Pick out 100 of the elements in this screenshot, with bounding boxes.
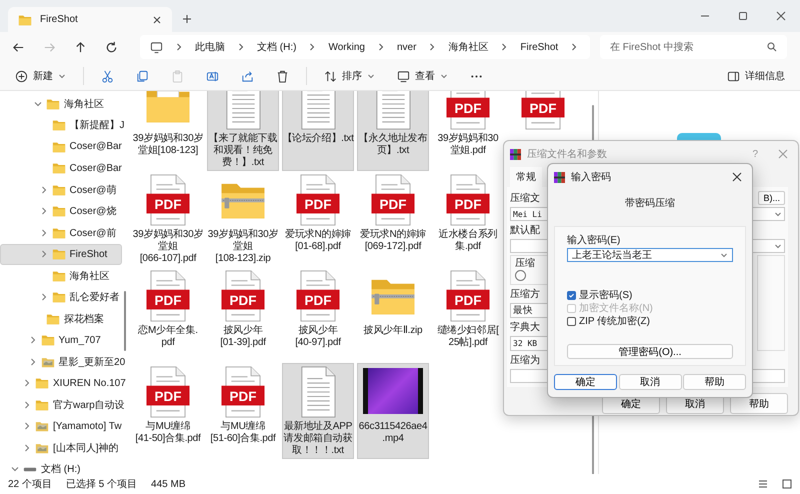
nav-tree-item[interactable]: 【新提醒】J xyxy=(0,114,126,136)
nav-tree-item[interactable]: Coser@烧 xyxy=(0,200,122,222)
file-name: 恋M少年全集. pdf xyxy=(138,325,198,349)
browse-button[interactable]: B)... xyxy=(758,191,785,205)
file-item[interactable]: PDF 与MU缠绵 [51-60]合集.pdf xyxy=(207,363,279,459)
nav-tree-item[interactable]: Coser@前 xyxy=(0,222,122,244)
add-tab-icon[interactable] xyxy=(182,14,192,24)
selection-size: 445 MB xyxy=(151,478,186,490)
file-item[interactable]: 【来了就能下载 和观看！纯免 费！】.txt xyxy=(207,91,279,171)
file-name: 近水楼台系列 集.pdf xyxy=(438,229,498,253)
nav-tree-item[interactable]: 海角社区 xyxy=(0,265,122,286)
folder-icon xyxy=(46,312,60,325)
view-button[interactable]: 查看 xyxy=(388,66,457,86)
address-bar[interactable]: 此电脑 文档 (H:) Working nver 海角社区 FireShot xyxy=(140,35,590,59)
scrollbar-thumb[interactable] xyxy=(124,291,126,351)
nav-tree-item[interactable]: 海角社区 xyxy=(0,93,122,114)
chevron-down-icon[interactable] xyxy=(11,465,19,474)
nav-tree-item[interactable]: Coser@萌 xyxy=(0,179,122,200)
password-combobox[interactable]: 上老王论坛当老王 xyxy=(567,248,733,262)
chevron-right-icon[interactable] xyxy=(570,43,578,51)
nav-tree-item[interactable]: 乱仑爱好者 xyxy=(0,286,122,308)
nav-tree-item[interactable]: FireShot xyxy=(0,244,122,265)
nav-tree-item[interactable]: 文档 (H:) xyxy=(0,458,122,480)
nav-tree-item[interactable]: Yum_707 xyxy=(0,330,122,351)
file-item[interactable]: 披风少年Ⅱ.zip xyxy=(357,267,429,363)
chevron-right-icon[interactable] xyxy=(23,400,31,409)
file-item[interactable]: PDF 与MU缠绵 [41-50]合集.pdf xyxy=(132,363,204,459)
manage-passwords-button[interactable]: 管理密码(O)... xyxy=(567,344,733,359)
chevron-right-icon[interactable] xyxy=(23,422,31,430)
chevron-right-icon[interactable] xyxy=(40,293,48,302)
file-item[interactable]: 39岁妈妈和30岁 堂姐[108-123] xyxy=(132,91,204,171)
nav-tree-item[interactable]: Coser@Bar xyxy=(0,136,123,158)
file-item[interactable]: PDF 披风少年 [40-97].pdf xyxy=(282,267,354,363)
chevron-right-icon[interactable] xyxy=(28,358,36,366)
sort-button[interactable]: 排序 xyxy=(315,66,384,86)
file-name: 爱玩求N的婶婶 [01-68].pdf xyxy=(285,229,351,253)
nav-tree-item[interactable]: 探花档案 xyxy=(0,308,122,330)
file-name: 39岁妈妈和30岁 堂姐 [066-107].pdf xyxy=(132,229,204,265)
checkbox[interactable] xyxy=(567,290,576,300)
new-button[interactable]: 新建 xyxy=(6,66,75,86)
dialog-button[interactable]: 取消 xyxy=(618,374,682,390)
maximize-icon[interactable] xyxy=(738,11,748,21)
refresh-icon[interactable] xyxy=(105,40,118,54)
breadcrumb-item[interactable]: 文档 (H:) xyxy=(257,40,296,54)
chevron-right-icon[interactable] xyxy=(40,228,48,237)
file-item[interactable]: PDF 恋M少年全集. pdf xyxy=(132,267,204,363)
radio-button[interactable] xyxy=(515,270,526,281)
close-icon[interactable] xyxy=(152,14,162,24)
close-icon[interactable] xyxy=(776,11,786,21)
file-item[interactable]: PDF 39岁妈妈和30 堂姐.pdf xyxy=(432,91,504,171)
chevron-down-icon[interactable] xyxy=(34,100,42,108)
file-item[interactable]: PDF 爱玩求N的婶婶 [01-68].pdf xyxy=(282,171,354,267)
file-item[interactable]: 39岁妈妈和30岁 堂姐 [108-123].zip xyxy=(207,171,279,267)
pdf-file-icon xyxy=(446,270,490,322)
dialog-button[interactable]: 帮助 xyxy=(730,393,788,414)
up-icon[interactable] xyxy=(74,40,87,54)
close-icon[interactable] xyxy=(732,172,742,182)
file-item[interactable]: PDF 爱玩求N的婶婶 [069-172].pdf xyxy=(357,171,429,267)
nav-tree-item[interactable]: 官方warp自动设 xyxy=(0,394,126,416)
file-name: 缱绻少妇邻居[ 25帖].pdf xyxy=(437,325,499,349)
details-pane-button[interactable]: 详细信息 xyxy=(718,66,794,86)
image-folder-icon xyxy=(35,420,49,432)
file-item[interactable]: PDF xyxy=(507,91,579,133)
list-view-icon[interactable] xyxy=(758,479,768,489)
chevron-right-icon[interactable] xyxy=(23,444,31,452)
back-icon[interactable] xyxy=(12,40,25,54)
file-item[interactable]: 最新地址及APP 请发邮箱自动获 取！！！.txt xyxy=(282,363,354,459)
window-tab[interactable]: FireShot xyxy=(8,7,172,32)
nav-tree-item[interactable]: Coser@Bar xyxy=(0,158,123,179)
file-item[interactable]: PDF 披风少年 [01-39].pdf xyxy=(207,267,279,363)
grid-view-icon[interactable] xyxy=(782,479,792,489)
chevron-right-icon[interactable] xyxy=(28,336,36,344)
file-item[interactable]: PDF 缱绻少妇邻居[ 25帖].pdf xyxy=(432,267,504,363)
file-item[interactable]: PDF 39岁妈妈和30岁 堂姐 [066-107].pdf xyxy=(132,171,204,267)
chevron-right-icon[interactable] xyxy=(40,250,48,258)
checkbox[interactable] xyxy=(567,316,576,326)
dialog-button[interactable]: 帮助 xyxy=(683,374,746,390)
breadcrumb-item[interactable]: 海角社区 xyxy=(448,40,488,54)
file-item[interactable]: 【永久地址发布 页】.txt xyxy=(357,91,429,171)
breadcrumb-item[interactable]: 此电脑 xyxy=(195,40,225,54)
search-field[interactable]: 在 FireShot 中搜索 xyxy=(600,35,787,59)
chevron-right-icon[interactable] xyxy=(40,207,48,216)
chevron-right-icon[interactable] xyxy=(23,379,31,388)
nav-tree-item[interactable]: XIUREN No.107 xyxy=(0,372,127,394)
file-item[interactable]: 【论坛介绍】.txt xyxy=(282,91,354,171)
field-label: 输入密码(E) xyxy=(567,234,620,247)
nav-tree-item[interactable]: [山本同人]神的 xyxy=(0,437,122,458)
file-type-label: PDF xyxy=(380,196,406,212)
breadcrumb-item[interactable]: nver xyxy=(396,42,416,52)
dialog-tab[interactable]: 常规 xyxy=(510,167,542,187)
dialog-button[interactable]: 确定 xyxy=(554,374,617,390)
breadcrumb-item[interactable]: Working xyxy=(328,42,365,52)
file-item[interactable]: PDF 近水楼台系列 集.pdf xyxy=(432,171,504,267)
nav-tree-item[interactable]: [Yamamoto] Tw xyxy=(0,416,123,437)
file-item[interactable]: 66c3115426ae4 .mp4 xyxy=(357,363,429,459)
chevron-right-icon[interactable] xyxy=(40,186,48,194)
nav-tree-item[interactable]: 星影_更新至20 xyxy=(0,351,126,372)
file-name: 【论坛介绍】.txt xyxy=(282,133,354,145)
breadcrumb-item[interactable]: FireShot xyxy=(520,42,558,52)
file-name: 39岁妈妈和30岁 堂姐 [108-123].zip xyxy=(208,229,278,265)
